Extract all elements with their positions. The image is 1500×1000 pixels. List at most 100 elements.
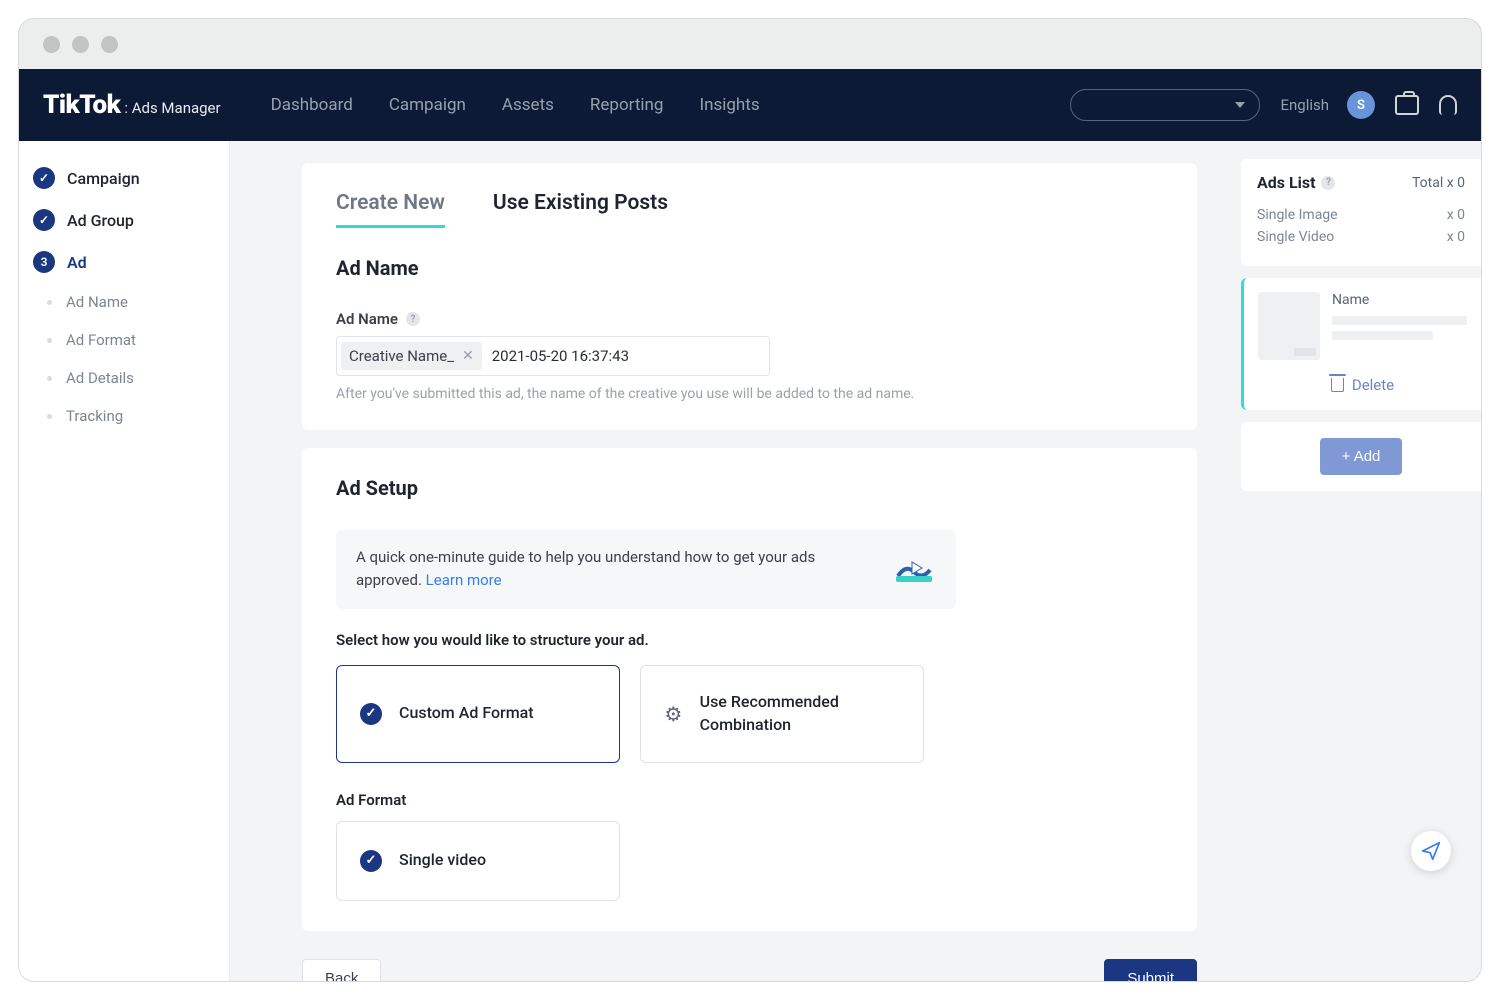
ads-list-card: Ads List ? Total x 0 Single Image x 0 Si… (1241, 159, 1481, 266)
structure-label: Select how you would like to structure y… (336, 631, 1163, 649)
row-label: Single Video (1257, 229, 1334, 245)
skeleton-line (1332, 316, 1467, 325)
add-box: + Add (1241, 422, 1481, 491)
account-selector[interactable] (1070, 89, 1260, 121)
window-control-close[interactable] (43, 36, 60, 53)
nav-links: Dashboard Campaign Assets Reporting Insi… (271, 95, 760, 115)
language-selector[interactable]: English (1280, 96, 1329, 114)
video-guide-icon (892, 552, 936, 586)
option-custom-format[interactable]: Custom Ad Format (336, 665, 620, 763)
ads-list-row-video: Single Video x 0 (1257, 226, 1465, 248)
help-icon[interactable]: ? (406, 312, 420, 326)
adname-input[interactable]: Creative Name_ ✕ 2021-05-20 16:37:43 (336, 336, 770, 376)
field-label-adname: Ad Name ? (336, 310, 1163, 328)
learn-more-link[interactable]: Learn more (426, 571, 502, 589)
option-label: Custom Ad Format (399, 702, 534, 724)
sidebar-sub-adformat[interactable]: Ad Format (19, 321, 229, 359)
add-button[interactable]: + Add (1320, 438, 1403, 475)
nav-reporting[interactable]: Reporting (590, 95, 664, 115)
ad-format-label: Ad Format (336, 791, 1163, 809)
delete-button[interactable]: Delete (1258, 376, 1467, 394)
row-count: x 0 (1447, 229, 1465, 245)
format-single-video[interactable]: Single video (336, 821, 620, 901)
guide-box: A quick one-minute guide to help you und… (336, 530, 956, 609)
feedback-fab[interactable] (1411, 831, 1451, 871)
thumbnail-placeholder (1258, 292, 1320, 360)
step-label: Ad Group (67, 211, 134, 230)
adname-date-text: 2021-05-20 16:37:43 (482, 347, 629, 365)
bullet-icon (47, 300, 52, 305)
window-control-min[interactable] (72, 36, 89, 53)
back-button[interactable]: Back (302, 959, 381, 982)
section-title-adname: Ad Name (336, 256, 1163, 280)
panel-adname: Create New Use Existing Posts Ad Name Ad… (302, 163, 1197, 430)
brand-logo: TikTok : Ads Manager (43, 90, 221, 120)
step-number-badge: 3 (33, 251, 55, 273)
sidebar-step-ad[interactable]: 3 Ad (19, 241, 229, 283)
check-circle-icon (360, 703, 382, 725)
bullet-icon (47, 338, 52, 343)
sidebar-step-campaign[interactable]: Campaign (19, 157, 229, 199)
bullet-icon (47, 414, 52, 419)
section-title-adsetup: Ad Setup (336, 476, 1163, 500)
skeleton-line (1332, 331, 1433, 340)
sub-label: Ad Format (66, 331, 136, 349)
ads-list-row-image: Single Image x 0 (1257, 204, 1465, 226)
nav-assets[interactable]: Assets (502, 95, 554, 115)
step-label: Campaign (67, 169, 140, 188)
step-label: Ad (67, 253, 87, 272)
nav-dashboard[interactable]: Dashboard (271, 95, 353, 115)
ads-list-title-text: Ads List (1257, 173, 1315, 192)
sub-label: Tracking (66, 407, 123, 425)
sub-label: Ad Details (66, 369, 134, 387)
sidebar-sub-addetails[interactable]: Ad Details (19, 359, 229, 397)
window-titlebar (19, 19, 1481, 69)
tabs: Create New Use Existing Posts (336, 191, 1163, 228)
top-nav: TikTok : Ads Manager Dashboard Campaign … (19, 69, 1481, 141)
sub-label: Ad Name (66, 293, 128, 311)
sidebar-sub-adname[interactable]: Ad Name (19, 283, 229, 321)
check-circle-icon (360, 850, 382, 872)
option-label: Use Recommended Combination (700, 691, 901, 736)
sidebar-step-adgroup[interactable]: Ad Group (19, 199, 229, 241)
chip-text: Creative Name_ (349, 347, 454, 365)
row-count: x 0 (1447, 207, 1465, 223)
submit-button[interactable]: Submit (1104, 959, 1197, 982)
field-label-text: Ad Name (336, 310, 398, 328)
puzzle-icon: ⚙ (664, 702, 682, 726)
adname-hint: After you've submitted this ad, the name… (336, 386, 1163, 402)
nav-insights[interactable]: Insights (699, 95, 759, 115)
sidebar-sub-tracking[interactable]: Tracking (19, 397, 229, 435)
preview-name-label: Name (1332, 292, 1467, 308)
help-icon[interactable]: ? (1321, 176, 1335, 190)
nav-campaign[interactable]: Campaign (389, 95, 466, 115)
check-icon (33, 209, 55, 231)
content-area: Campaign Ad Group 3 Ad Ad Name Ad Format… (19, 141, 1481, 981)
check-icon (33, 167, 55, 189)
avatar[interactable]: S (1347, 91, 1375, 119)
paper-plane-icon (1421, 841, 1441, 861)
ads-list-total: Total x 0 (1412, 175, 1465, 191)
ad-preview-card[interactable]: Name Delete (1241, 278, 1481, 410)
bullet-icon (47, 376, 52, 381)
panel-adsetup: Ad Setup A quick one-minute guide to hel… (302, 448, 1197, 931)
sidebar: Campaign Ad Group 3 Ad Ad Name Ad Format… (19, 141, 230, 981)
delete-label: Delete (1352, 376, 1394, 394)
bell-icon[interactable] (1439, 95, 1457, 115)
close-icon[interactable]: ✕ (462, 348, 474, 364)
briefcase-icon[interactable] (1395, 95, 1419, 115)
brand-sub: : Ads Manager (124, 99, 220, 117)
tab-create-new[interactable]: Create New (336, 191, 445, 228)
ads-list-title: Ads List ? (1257, 173, 1335, 192)
window-control-max[interactable] (101, 36, 118, 53)
row-label: Single Image (1257, 207, 1338, 223)
format-label: Single video (399, 849, 486, 871)
trash-icon (1331, 378, 1344, 392)
creative-name-chip: Creative Name_ ✕ (341, 342, 482, 370)
tab-use-existing[interactable]: Use Existing Posts (493, 191, 668, 228)
app-window: TikTok : Ads Manager Dashboard Campaign … (18, 18, 1482, 982)
footer-bar: Back Submit (302, 949, 1197, 982)
chevron-down-icon (1235, 102, 1245, 108)
option-recommended-combination[interactable]: ⚙ Use Recommended Combination (640, 665, 924, 763)
brand-main: TikTok (43, 90, 120, 120)
